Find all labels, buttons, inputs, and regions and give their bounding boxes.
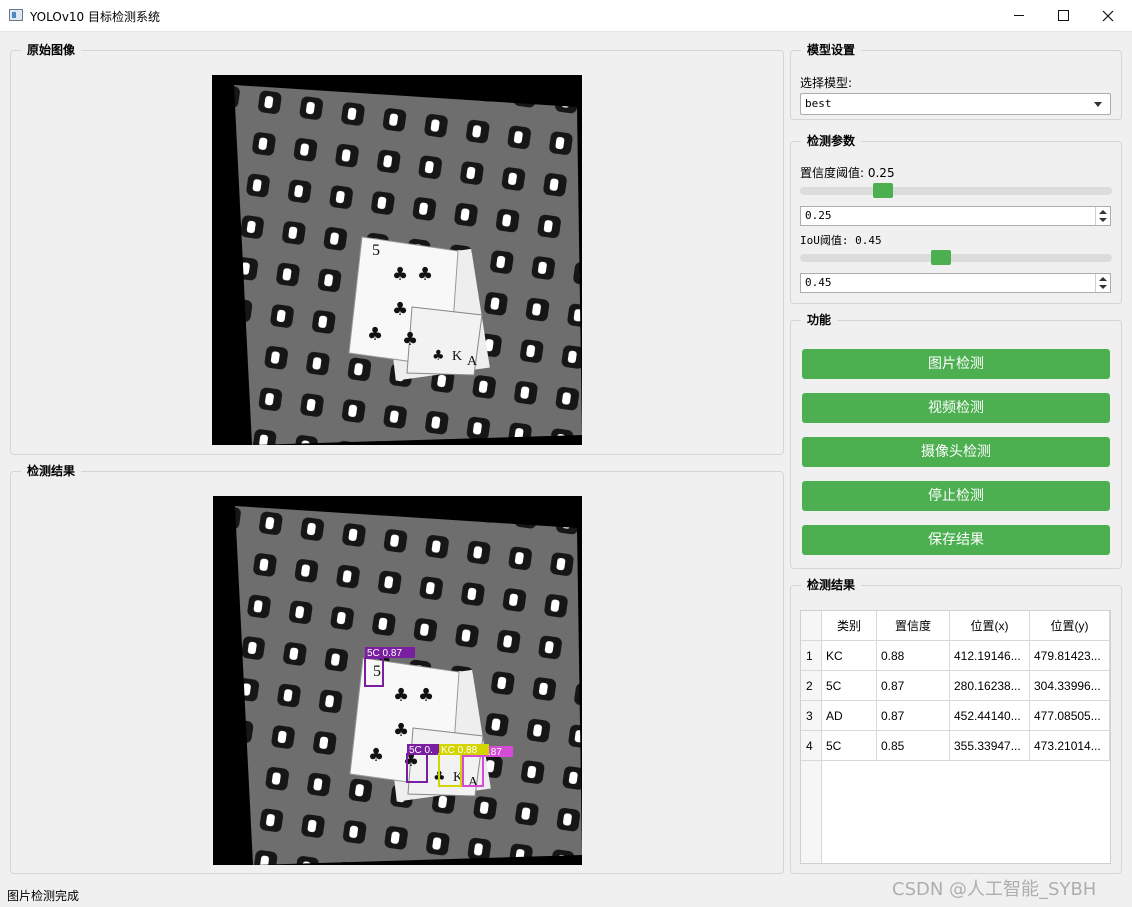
detection-label: KC 0.88 — [441, 745, 478, 756]
results-table[interactable]: 类别 置信度 位置(x) 位置(y) 1 KC 0.88 412.19146..… — [800, 610, 1111, 864]
column-header-confidence[interactable]: 置信度 — [877, 611, 950, 641]
table-corner[interactable] — [801, 611, 822, 641]
cell-confidence[interactable]: 0.88 — [877, 641, 950, 671]
conf-spinbox-value: 0.25 — [805, 209, 832, 222]
original-image: 5 ♣ ♣ ♣ ♣ ♣ ♣ K A — [212, 75, 582, 445]
detection-label: 5C 0.87 — [367, 648, 402, 659]
svg-text:A: A — [468, 775, 479, 790]
cell-x[interactable]: 412.19146... — [950, 641, 1030, 671]
row-header[interactable]: 4 — [801, 731, 822, 761]
cell-class[interactable]: 5C — [822, 671, 877, 701]
cell-x[interactable]: 452.44140... — [950, 701, 1030, 731]
svg-text:♣: ♣ — [432, 348, 445, 364]
spin-down-icon[interactable] — [1099, 218, 1107, 222]
svg-text:K: K — [452, 349, 462, 364]
stop-detect-button[interactable]: 停止检测 — [802, 481, 1110, 511]
iou-slider-handle[interactable] — [931, 250, 952, 265]
cell-x[interactable]: 280.16238... — [950, 671, 1030, 701]
iou-slider[interactable] — [800, 254, 1112, 262]
svg-text:♣: ♣ — [393, 720, 409, 741]
cell-x[interactable]: 355.33947... — [950, 731, 1030, 761]
svg-text:5: 5 — [372, 242, 380, 259]
spin-up-icon[interactable] — [1099, 277, 1107, 281]
model-select[interactable]: best — [800, 93, 1111, 115]
result-image: 5 ♣ ♣ ♣ ♣ ♣ ♣ K A 5C 0.87 5C 0. .87 KC 0… — [213, 496, 582, 865]
svg-text:♣: ♣ — [393, 685, 409, 706]
cell-class[interactable]: 5C — [822, 731, 877, 761]
svg-text:♣: ♣ — [417, 264, 433, 285]
chevron-down-icon — [1094, 102, 1102, 107]
conf-spinbox[interactable]: 0.25 — [800, 206, 1111, 226]
column-header-class[interactable]: 类别 — [822, 611, 877, 641]
cell-class[interactable]: KC — [822, 641, 877, 671]
title-bar: YOLOv10 目标检测系统 — [0, 0, 1132, 32]
detection-label: 5C 0. — [409, 745, 433, 756]
conf-slider-handle[interactable] — [873, 183, 893, 198]
status-bar-text: 图片检测完成 — [7, 889, 80, 903]
conf-slider[interactable] — [800, 187, 1112, 195]
svg-text:5: 5 — [373, 663, 381, 680]
cell-confidence[interactable]: 0.85 — [877, 731, 950, 761]
cell-confidence[interactable]: 0.87 — [877, 701, 950, 731]
save-results-button[interactable]: 保存结果 — [802, 525, 1110, 555]
conf-spin-buttons[interactable] — [1095, 207, 1110, 225]
maximize-button[interactable] — [1040, 0, 1086, 31]
row-header[interactable]: 1 — [801, 641, 822, 671]
svg-text:A: A — [467, 354, 478, 369]
functions-title: 功能 — [801, 312, 838, 328]
cell-y[interactable]: 479.81423... — [1030, 641, 1110, 671]
cell-confidence[interactable]: 0.87 — [877, 671, 950, 701]
minimize-button[interactable] — [996, 0, 1042, 31]
conf-threshold-label: 置信度阈值: 0.25 — [800, 166, 895, 180]
detection-label: .87 — [488, 747, 502, 758]
row-header[interactable]: 3 — [801, 701, 822, 731]
model-settings-title: 模型设置 — [801, 42, 862, 58]
results-table-title: 检测结果 — [801, 577, 862, 593]
column-header-y[interactable]: 位置(y) — [1030, 611, 1110, 641]
video-detect-button[interactable]: 视频检测 — [802, 393, 1110, 423]
svg-text:♣: ♣ — [402, 329, 418, 350]
app-icon — [9, 9, 23, 21]
spin-down-icon[interactable] — [1099, 285, 1107, 289]
iou-spinbox[interactable]: 0.45 — [800, 273, 1111, 293]
result-image-title: 检测结果 — [21, 463, 82, 479]
column-header-x[interactable]: 位置(x) — [950, 611, 1030, 641]
detect-params-title: 检测参数 — [801, 133, 862, 149]
model-select-value: best — [805, 97, 832, 110]
row-header[interactable]: 2 — [801, 671, 822, 701]
svg-text:♣: ♣ — [392, 264, 408, 285]
close-icon — [1102, 10, 1114, 22]
camera-detect-button[interactable]: 摄像头检测 — [802, 437, 1110, 467]
image-detect-button[interactable]: 图片检测 — [802, 349, 1110, 379]
cell-y[interactable]: 473.21014... — [1030, 731, 1110, 761]
svg-text:♣: ♣ — [392, 299, 408, 320]
cell-y[interactable]: 477.08505... — [1030, 701, 1110, 731]
svg-text:♣: ♣ — [418, 685, 434, 706]
watermark: CSDN @人工智能_SYBH — [892, 879, 1097, 900]
iou-threshold-label: IoU阈值: 0.45 — [800, 234, 882, 247]
iou-spin-buttons[interactable] — [1095, 274, 1110, 292]
iou-spinbox-value: 0.45 — [805, 276, 832, 289]
spin-up-icon[interactable] — [1099, 210, 1107, 214]
cell-y[interactable]: 304.33996... — [1030, 671, 1110, 701]
window-title: YOLOv10 目标检测系统 — [30, 10, 161, 24]
original-image-title: 原始图像 — [21, 42, 82, 58]
select-model-label: 选择模型: — [800, 76, 853, 90]
cell-class[interactable]: AD — [822, 701, 877, 731]
svg-text:♣: ♣ — [367, 324, 383, 345]
close-button[interactable] — [1086, 0, 1132, 31]
svg-text:♣: ♣ — [368, 745, 384, 766]
